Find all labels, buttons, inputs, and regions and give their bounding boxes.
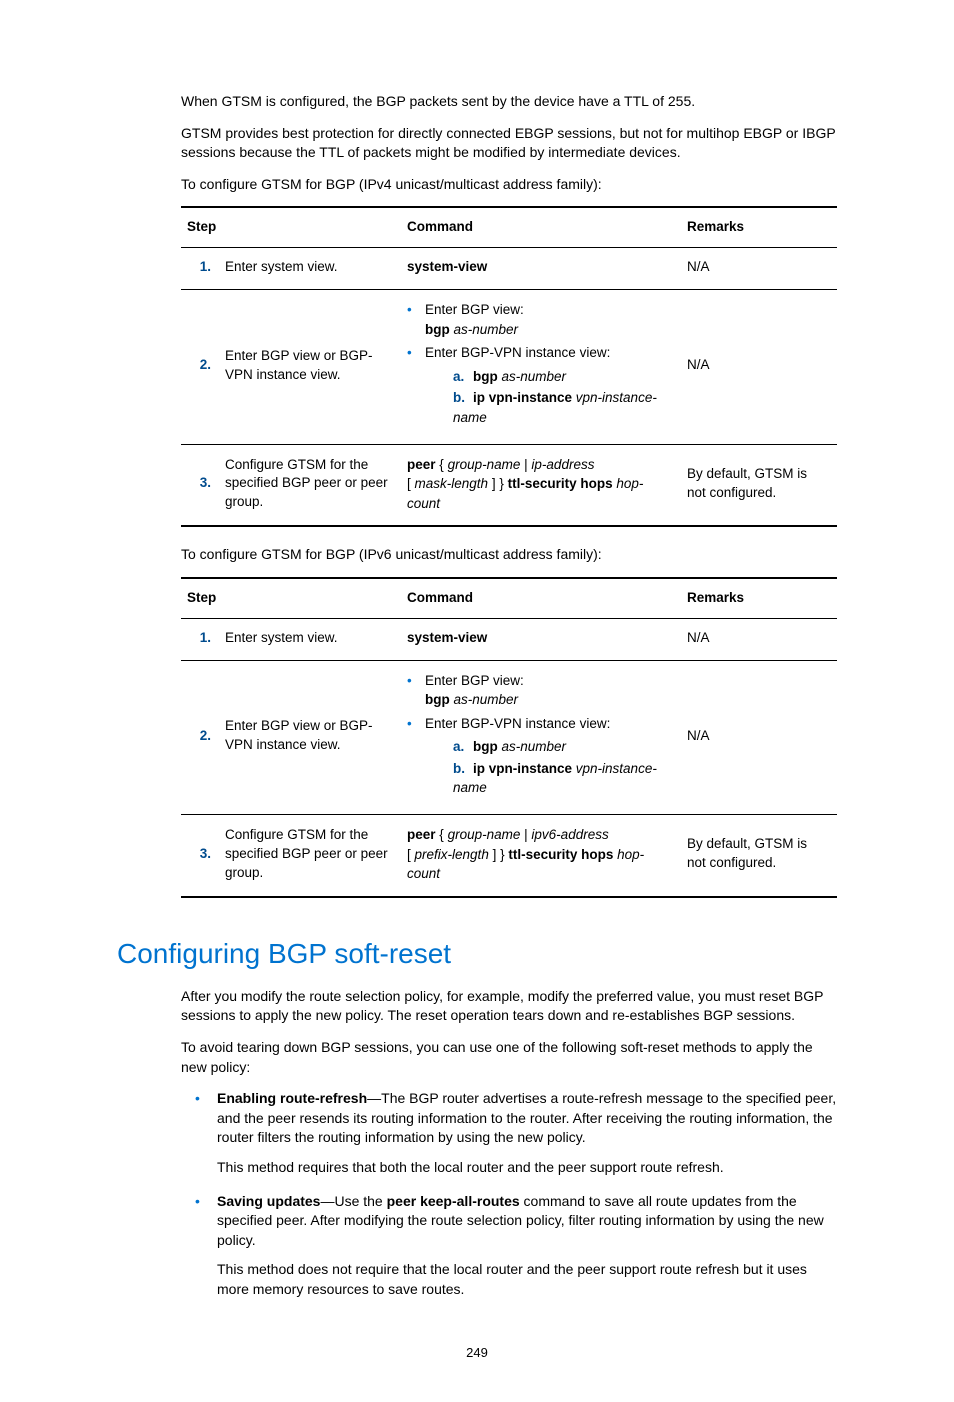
remarks-text: N/A	[681, 618, 837, 660]
paragraph: After you modify the route selection pol…	[181, 987, 837, 1026]
list-item: Enabling route-refresh—The BGP router ad…	[181, 1089, 837, 1177]
cmd-arg: mask-length	[415, 476, 489, 491]
table-row: 2. Enter BGP view or BGP-VPN instance vi…	[181, 660, 837, 814]
bracket: ] }	[493, 847, 505, 862]
cmd-keyword: bgp	[473, 369, 498, 384]
brace: {	[439, 827, 444, 842]
brace: {	[439, 457, 444, 472]
step-number: 1.	[181, 618, 219, 660]
remarks-text: N/A	[681, 290, 837, 444]
step-number: 3.	[181, 444, 219, 526]
cmd-keyword: ttl-security hops	[508, 476, 613, 491]
cmd-arg: group-name	[448, 827, 521, 842]
command-text: Enter BGP view: bgp as-number Enter BGP-…	[401, 290, 681, 444]
step-text: Enter system view.	[219, 618, 401, 660]
cmd-arg: as-number	[454, 692, 519, 707]
command-text: peer { group-name | ipv6-address [ prefi…	[401, 814, 681, 896]
th-remarks: Remarks	[681, 207, 837, 247]
step-text: Configure GTSM for the specified BGP pee…	[219, 444, 401, 526]
paragraph: GTSM provides best protection for direct…	[181, 124, 837, 163]
cmd-arg: ipv6-address	[531, 827, 608, 842]
step-number: 2.	[181, 290, 219, 444]
command-text: Enter BGP view: bgp as-number Enter BGP-…	[401, 660, 681, 814]
cmd-keyword: ip vpn-instance	[473, 390, 572, 405]
sub-number: b.	[453, 759, 473, 779]
cmd-keyword: bgp	[425, 692, 450, 707]
remarks-text: N/A	[681, 660, 837, 814]
page-number: 249	[117, 1344, 837, 1362]
method-name: Saving updates	[217, 1193, 320, 1209]
sub-number: b.	[453, 388, 473, 408]
th-step: Step	[181, 578, 401, 618]
pipe: |	[524, 827, 528, 842]
cmd-keyword: ttl-security hops	[508, 847, 613, 862]
bracket: [	[407, 847, 411, 862]
bracket: [	[407, 476, 411, 491]
step-text: Enter BGP view or BGP-VPN instance view.	[219, 290, 401, 444]
method-list: Enabling route-refresh—The BGP router ad…	[181, 1089, 837, 1299]
remarks-text: By default, GTSM is not configured.	[681, 444, 837, 526]
paragraph: To configure GTSM for BGP (IPv6 unicast/…	[181, 545, 837, 565]
step-number: 2.	[181, 660, 219, 814]
table-row: 1. Enter system view. system-view N/A	[181, 618, 837, 660]
section-heading: Configuring BGP soft-reset	[117, 934, 837, 973]
sub-number: a.	[453, 367, 473, 387]
pipe: |	[524, 457, 528, 472]
method-name: Enabling route-refresh	[217, 1090, 367, 1106]
cmd-arg: as-number	[502, 369, 567, 384]
cmd-arg: as-number	[454, 322, 519, 337]
table-row: 3. Configure GTSM for the specified BGP …	[181, 814, 837, 896]
cmd-keyword: peer keep-all-routes	[387, 1193, 520, 1209]
method-note: This method does not require that the lo…	[217, 1260, 837, 1299]
step-text: Enter system view.	[219, 248, 401, 290]
step-number: 1.	[181, 248, 219, 290]
bullet-text: Enter BGP view:	[425, 302, 524, 317]
th-command: Command	[401, 578, 681, 618]
step-text: Enter BGP view or BGP-VPN instance view.	[219, 660, 401, 814]
method-note: This method requires that both the local…	[217, 1158, 837, 1178]
config-table-ipv6: Step Command Remarks 1. Enter system vie…	[181, 577, 837, 898]
sub-number: a.	[453, 737, 473, 757]
method-desc: —Use the	[320, 1193, 386, 1209]
cmd-arg: group-name	[448, 457, 521, 472]
step-text: Configure GTSM for the specified BGP pee…	[219, 814, 401, 896]
cmd-arg: ip-address	[531, 457, 594, 472]
cmd-arg: as-number	[502, 739, 567, 754]
bracket: ] }	[492, 476, 504, 491]
cmd-keyword: ip vpn-instance	[473, 761, 572, 776]
table-row: 1. Enter system view. system-view N/A	[181, 248, 837, 290]
cmd-keyword: peer	[407, 827, 436, 842]
th-step: Step	[181, 207, 401, 247]
list-item: Saving updates—Use the peer keep-all-rou…	[181, 1192, 837, 1300]
th-command: Command	[401, 207, 681, 247]
paragraph: When GTSM is configured, the BGP packets…	[181, 92, 837, 112]
cmd-keyword: bgp	[473, 739, 498, 754]
cmd-keyword: bgp	[425, 322, 450, 337]
th-remarks: Remarks	[681, 578, 837, 618]
bullet-text: Enter BGP view:	[425, 673, 524, 688]
command-text: system-view	[401, 248, 681, 290]
table-row: 2. Enter BGP view or BGP-VPN instance vi…	[181, 290, 837, 444]
cmd-arg: prefix-length	[415, 847, 489, 862]
bullet-text: Enter BGP-VPN instance view:	[425, 345, 610, 360]
cmd-keyword: peer	[407, 457, 436, 472]
remarks-text: N/A	[681, 248, 837, 290]
paragraph: To avoid tearing down BGP sessions, you …	[181, 1038, 837, 1077]
paragraph: To configure GTSM for BGP (IPv4 unicast/…	[181, 175, 837, 195]
remarks-text: By default, GTSM is not configured.	[681, 814, 837, 896]
table-row: 3. Configure GTSM for the specified BGP …	[181, 444, 837, 526]
config-table-ipv4: Step Command Remarks 1. Enter system vie…	[181, 206, 837, 527]
command-text: peer { group-name | ip-address [ mask-le…	[401, 444, 681, 526]
bullet-text: Enter BGP-VPN instance view:	[425, 716, 610, 731]
step-number: 3.	[181, 814, 219, 896]
command-text: system-view	[401, 618, 681, 660]
